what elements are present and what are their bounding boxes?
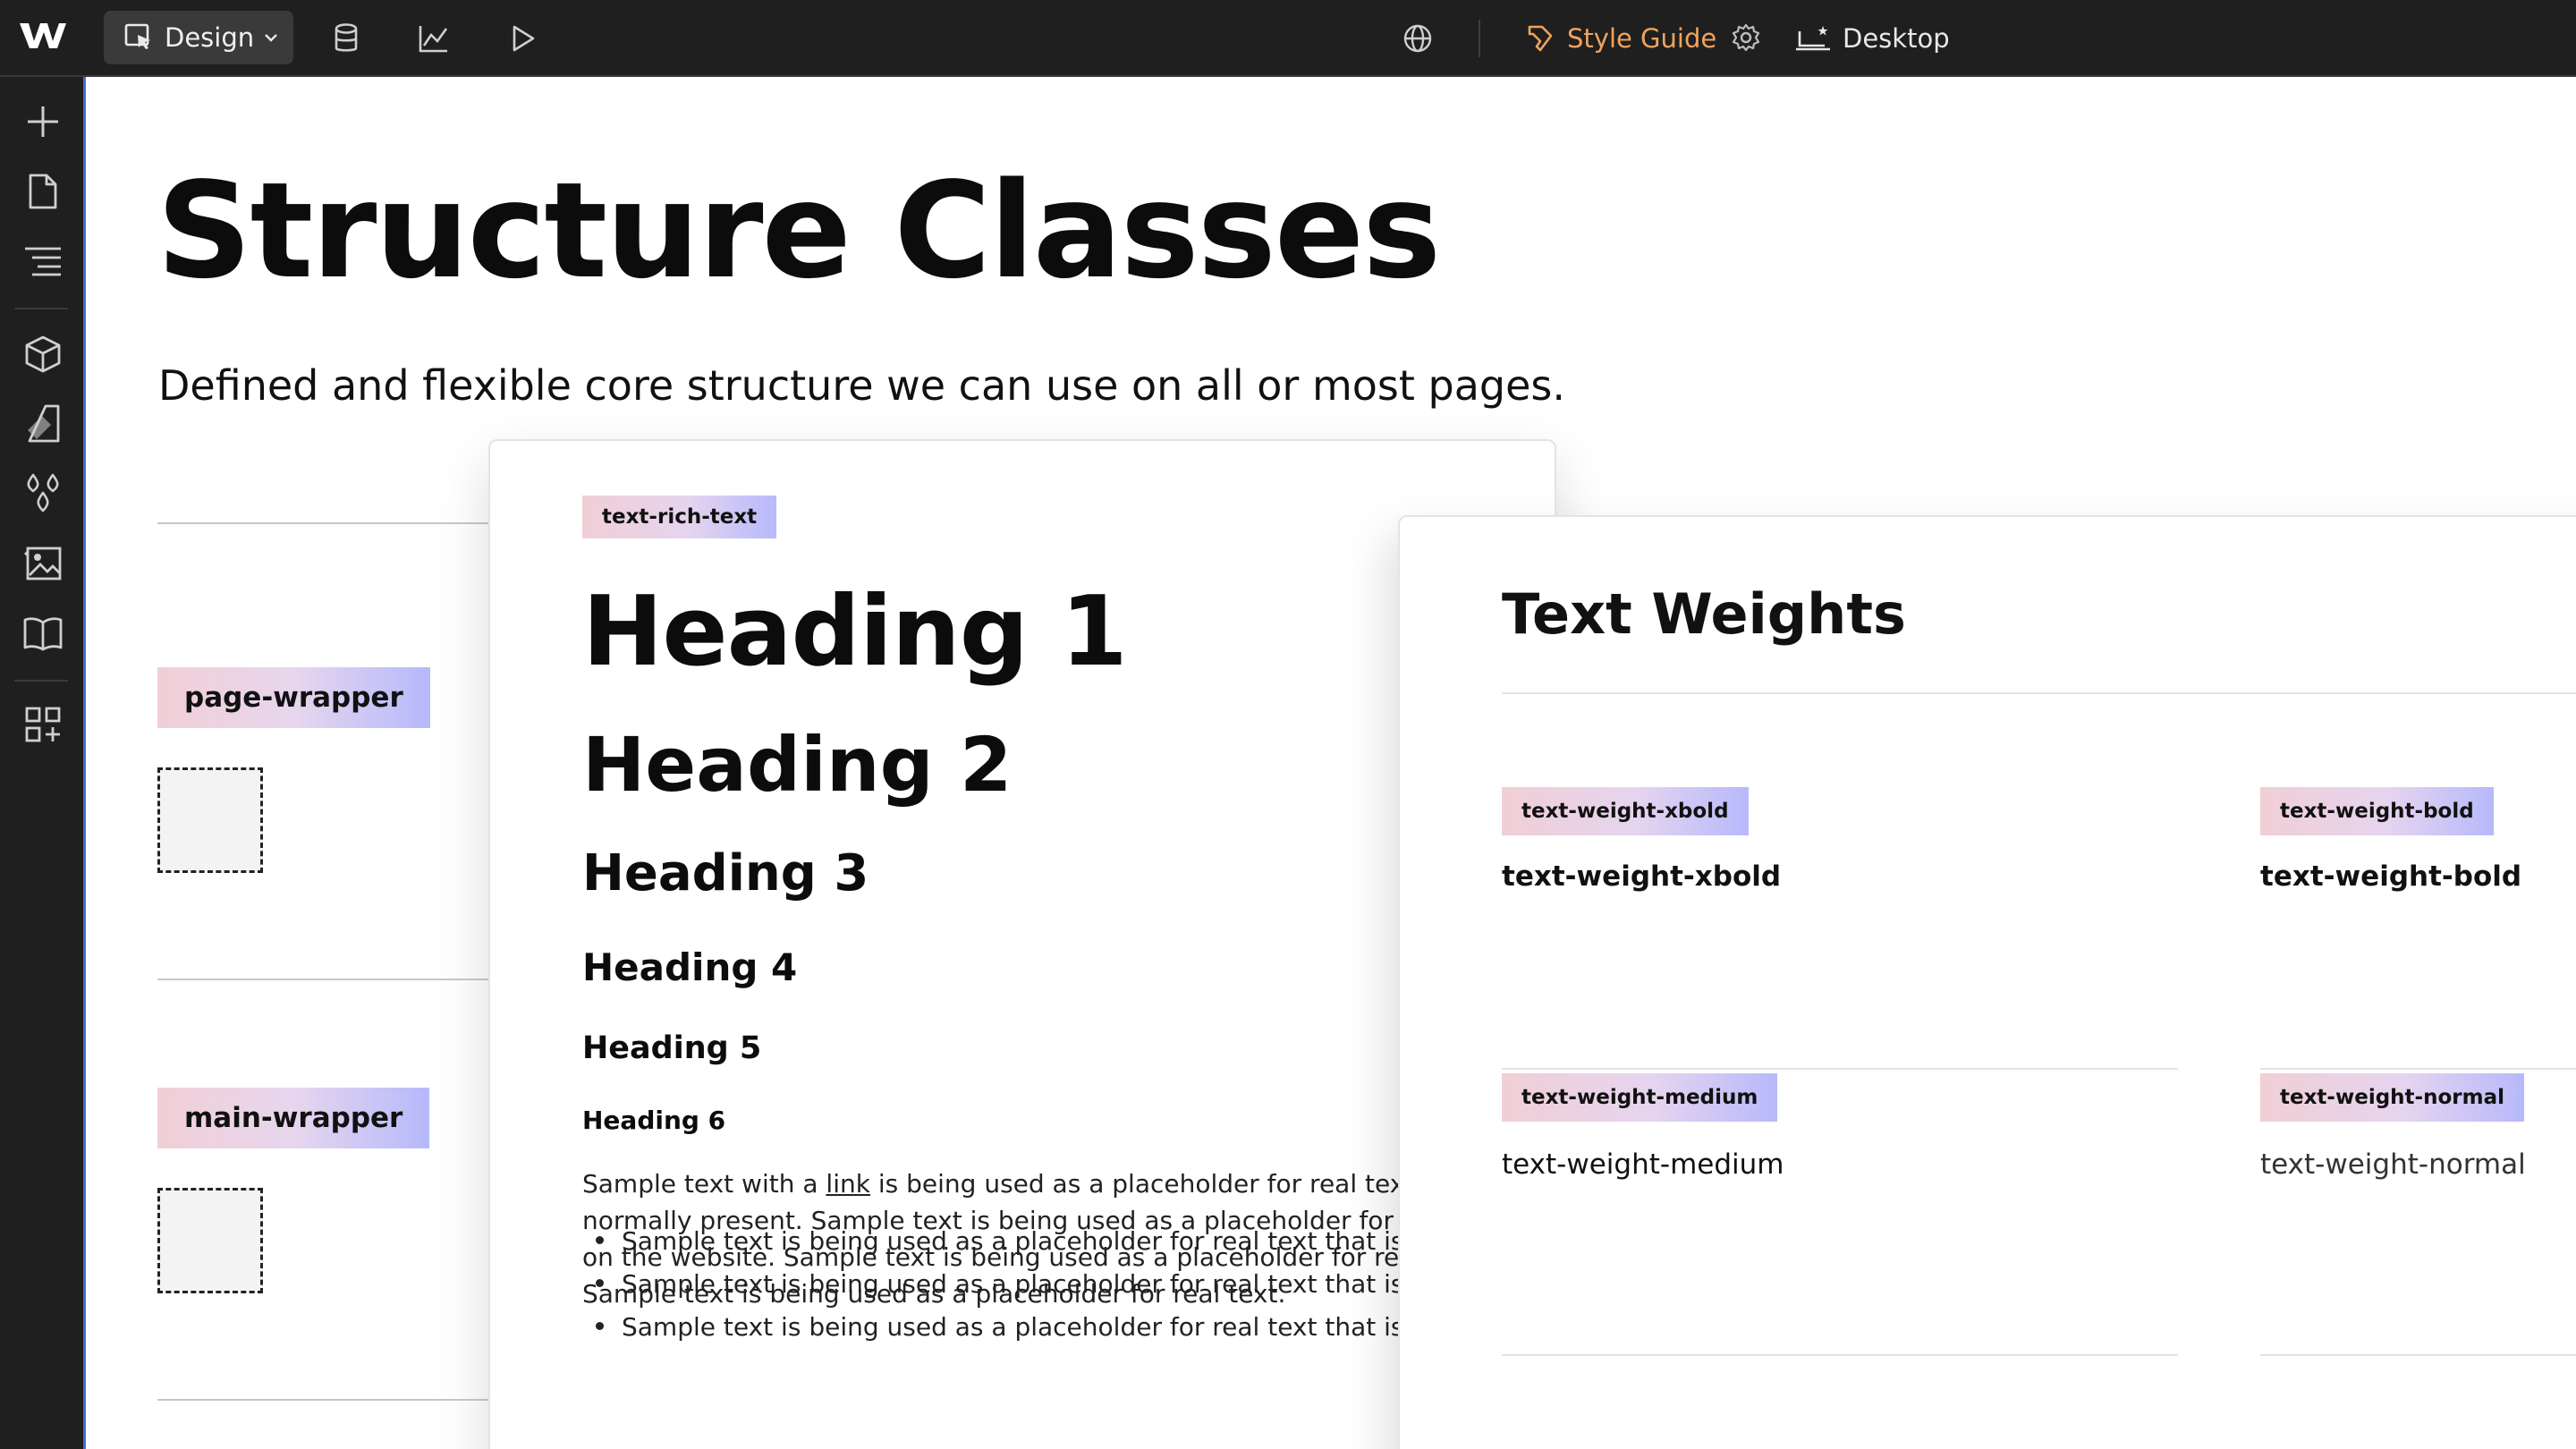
heading-3: Heading 3 [582, 844, 869, 902]
style-guide-icon [1528, 25, 1553, 52]
components-cube-icon[interactable] [21, 333, 64, 376]
sidebar-separator [14, 680, 68, 682]
row-divider [2260, 1068, 2576, 1070]
page-wrapper-placeholder [157, 767, 263, 873]
class-tag-text-weight-medium[interactable]: text-weight-medium [1502, 1073, 1778, 1122]
color-drops-icon[interactable] [21, 472, 64, 515]
apps-icon[interactable] [21, 703, 64, 746]
sidebar-separator [14, 308, 68, 309]
heading-4: Heading 4 [582, 945, 798, 989]
class-tag-page-wrapper[interactable]: page-wrapper [157, 667, 430, 728]
paragraph-text: Sample text with a [582, 1169, 826, 1199]
globe-icon[interactable] [1401, 21, 1435, 55]
class-tag-main-wrapper[interactable]: main-wrapper [157, 1088, 430, 1148]
design-mode-dropdown[interactable]: Design [104, 11, 293, 64]
left-sidebar [0, 77, 86, 1449]
sample-text-weight-normal: text-weight-normal [2260, 1148, 2526, 1181]
style-guide-page-selector[interactable]: Style Guide [1526, 16, 1716, 61]
row-divider [1502, 1354, 2178, 1356]
bullet-dot [596, 1235, 604, 1244]
text-weights-title: Text Weights [1502, 581, 1906, 647]
rich-text-card[interactable]: text-rich-text Heading 1 Heading 2 Headi… [488, 439, 1556, 1449]
toolbar-divider [1479, 20, 1480, 57]
class-tag-text-weight-bold[interactable]: text-weight-bold [2260, 787, 2494, 835]
style-selector-icon[interactable] [21, 402, 64, 445]
sample-text-weight-xbold: text-weight-xbold [1502, 860, 1782, 893]
analytics-chart-icon[interactable] [417, 21, 451, 55]
chevron-down-icon [265, 34, 277, 42]
webflow-logo-icon[interactable] [18, 18, 72, 57]
cursor-mode-icon [124, 23, 150, 49]
page-title: Structure Classes [157, 154, 1441, 308]
plus-icon[interactable] [21, 100, 64, 143]
main-wrapper-placeholder [157, 1188, 263, 1293]
row-divider [1502, 1068, 2178, 1070]
heading-2: Heading 2 [582, 721, 1013, 809]
gear-icon[interactable] [1728, 20, 1764, 55]
navigator-icon[interactable] [21, 240, 64, 283]
preview-play-icon[interactable] [506, 21, 540, 55]
row-divider [2260, 1354, 2576, 1356]
desktop-breakpoint-icon [1796, 26, 1830, 51]
text-weights-card[interactable]: Text Weights text-weight-xbold text-weig… [1398, 515, 2576, 1449]
heading-6: Heading 6 [582, 1106, 726, 1135]
class-tag-text-weight-normal[interactable]: text-weight-normal [2260, 1073, 2524, 1122]
style-guide-label: Style Guide [1567, 23, 1717, 54]
breakpoint-label: Desktop [1843, 23, 1950, 54]
class-tag-text-rich-text[interactable]: text-rich-text [582, 496, 777, 538]
designer-canvas[interactable]: Structure Classes Defined and flexible c… [89, 79, 2576, 1449]
title-divider [1502, 692, 2576, 694]
class-tag-text-weight-xbold[interactable]: text-weight-xbold [1502, 787, 1749, 835]
cms-database-icon[interactable] [329, 21, 363, 55]
heading-5: Heading 5 [582, 1030, 762, 1066]
bullet-dot [596, 1321, 604, 1330]
sample-text-weight-bold: text-weight-bold [2260, 860, 2522, 893]
assets-image-icon[interactable] [21, 542, 64, 585]
page-icon[interactable] [21, 170, 64, 213]
paragraph-link[interactable]: link [826, 1169, 870, 1199]
bullet-dot [596, 1278, 604, 1287]
book-icon[interactable] [21, 612, 64, 655]
top-toolbar: Design Style Guide Desktop [0, 0, 2576, 77]
page-subtitle: Defined and flexible core structure we c… [158, 361, 1566, 410]
design-mode-label: Design [165, 22, 255, 53]
sample-text-weight-medium: text-weight-medium [1502, 1148, 1784, 1181]
breakpoint-selector[interactable]: Desktop [1796, 16, 1950, 61]
heading-1: Heading 1 [582, 576, 1128, 688]
